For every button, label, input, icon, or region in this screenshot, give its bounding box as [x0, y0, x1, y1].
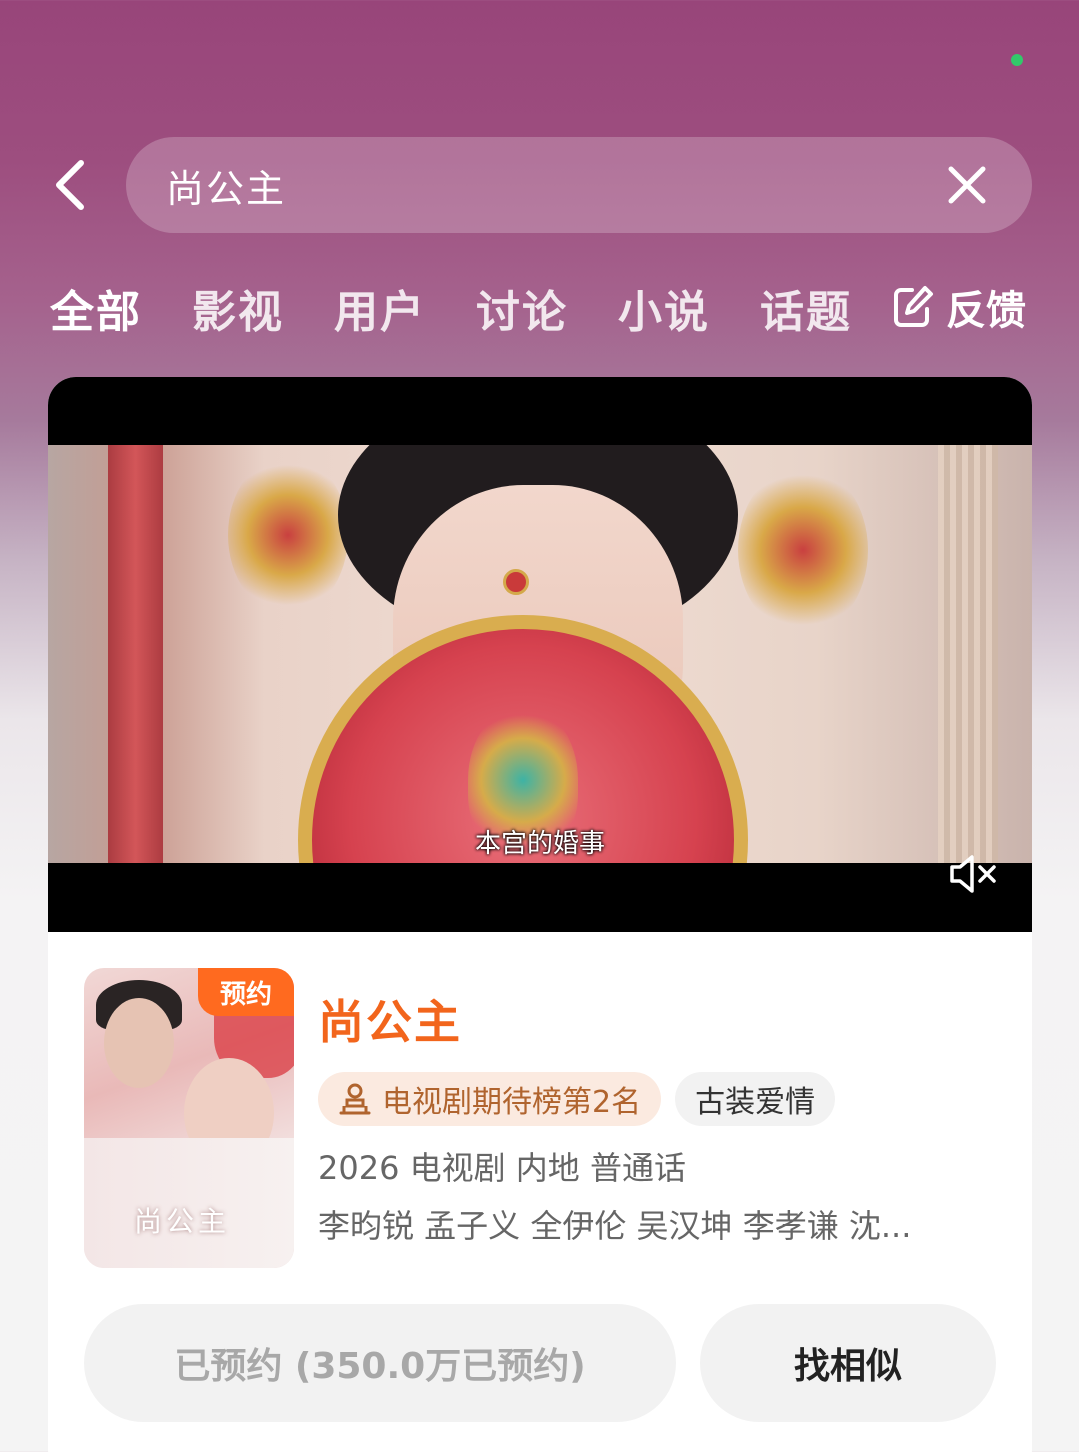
genre-tag[interactable]: 古装爱情 [675, 1072, 836, 1126]
tab-novels[interactable]: 小说 [618, 276, 710, 340]
search-tabs: 全部 影视 用户 讨论 小说 话题 反馈 [50, 278, 1040, 338]
frame-ornament-left [228, 455, 348, 615]
frame-ornament-right [738, 465, 868, 635]
clear-search-button[interactable] [942, 160, 992, 210]
search-input[interactable]: 尚公主 [166, 158, 942, 213]
tab-users[interactable]: 用户 [334, 276, 426, 340]
poster-title: 尚公主 [134, 1205, 231, 1238]
trailer-video[interactable]: 本宫的婚事 [48, 377, 1032, 932]
tab-discussions[interactable]: 讨论 [476, 276, 568, 340]
frame-curtain-left [108, 445, 163, 863]
clear-icon [948, 166, 986, 204]
tab-film-tv[interactable]: 影视 [192, 276, 284, 340]
result-cast: 李昀锐 孟子义 全伊伦 吴汉坤 李孝谦 沈... [318, 1207, 912, 1245]
feedback-label: 反馈 [946, 288, 1026, 334]
frame-curtain-right [938, 445, 998, 863]
video-frame [48, 445, 1032, 863]
frame-gem [503, 569, 529, 595]
reserve-badge: 预约 [198, 968, 294, 1016]
rank-tag-label: 电视剧期待榜第2名 [382, 1085, 642, 1120]
result-info: 尚公主 电视剧期待榜第2名 古装爱情 2026 电视剧 内地 普通话 李昀锐 孟… [318, 994, 1008, 1248]
poster-thumbnail[interactable]: 尚公主 预约 [84, 968, 294, 1268]
poster-face-man [104, 998, 174, 1088]
edit-icon [894, 286, 933, 327]
mute-icon [950, 855, 996, 893]
back-icon [56, 160, 84, 210]
result-title[interactable]: 尚公主 [318, 994, 1008, 1050]
result-meta: 2026 电视剧 内地 普通话 [318, 1149, 686, 1187]
tab-all[interactable]: 全部 [50, 276, 142, 340]
status-indicator-dot [1011, 54, 1023, 66]
rank-icon [339, 1083, 371, 1115]
back-button[interactable] [40, 155, 100, 215]
result-card: 本宫的婚事 尚公主 预约 尚公主 电视剧期待榜第2名 古装爱情 2026 电视剧… [48, 377, 1032, 1452]
search-box[interactable]: 尚公主 [126, 137, 1032, 233]
tag-row: 电视剧期待榜第2名 古装爱情 [318, 1072, 1008, 1126]
feedback-button[interactable]: 反馈 [892, 278, 1026, 336]
tab-topics[interactable]: 话题 [760, 276, 852, 340]
rank-tag[interactable]: 电视剧期待榜第2名 [318, 1072, 662, 1126]
find-similar-button[interactable]: 找相似 [700, 1304, 996, 1422]
reserved-button[interactable]: 已预约 (350.0万已预约) [84, 1304, 676, 1422]
mute-button[interactable] [944, 849, 1004, 899]
video-subtitle: 本宫的婚事 [474, 829, 605, 859]
